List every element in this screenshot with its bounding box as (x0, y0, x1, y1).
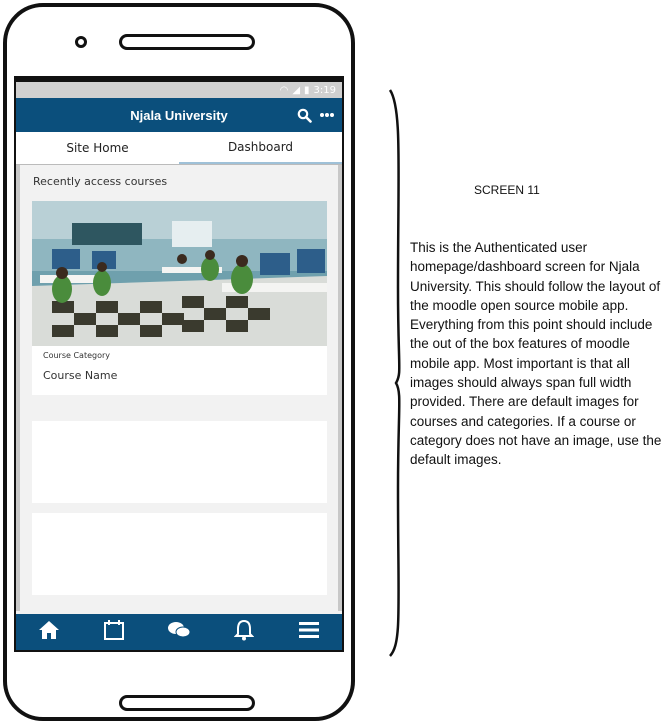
speaker-grille (119, 34, 255, 50)
course-card-placeholder[interactable] (32, 513, 327, 595)
more-icon[interactable] (320, 112, 334, 118)
camera-icon (75, 36, 87, 48)
screen-label: SCREEN 11 (474, 183, 540, 197)
bell-icon[interactable] (224, 619, 264, 646)
status-bar: ◠ ◢ ▮ 3:19 (16, 82, 342, 98)
bottom-nav (16, 614, 342, 650)
phone-screen: ◠ ◢ ▮ 3:19 Njala University Site Home Da… (14, 76, 344, 652)
home-icon[interactable] (29, 620, 69, 645)
wifi-icon: ◠ (279, 84, 289, 96)
status-time: 3:19 (313, 84, 336, 96)
search-icon[interactable] (297, 108, 312, 123)
app-title: Njala University (130, 107, 228, 123)
course-image (32, 201, 327, 346)
tab-bar: Site Home Dashboard (16, 132, 342, 165)
tab-site-home[interactable]: Site Home (16, 132, 179, 164)
dashboard-content: Recently access courses Course Category … (16, 165, 342, 611)
course-category: Course Category (43, 351, 111, 360)
app-bar: Njala University (16, 98, 342, 132)
annotation-note: This is the Authenticated user homepage/… (410, 240, 662, 468)
battery-icon: ▮ (304, 84, 310, 96)
course-card[interactable]: Course Category Course Name (32, 201, 327, 395)
menu-icon[interactable] (289, 621, 329, 644)
scrollbar[interactable] (338, 165, 342, 611)
calendar-icon[interactable] (94, 619, 134, 646)
signal-icon: ◢ (292, 84, 301, 96)
course-card-placeholder[interactable] (32, 421, 327, 503)
left-rail (16, 165, 20, 611)
chat-icon[interactable] (159, 620, 199, 645)
tab-dashboard[interactable]: Dashboard (179, 132, 342, 164)
home-hardware-button[interactable] (119, 695, 255, 711)
course-name: Course Name (43, 369, 118, 382)
annotation-brace (388, 89, 401, 657)
section-title: Recently access courses (33, 175, 168, 188)
